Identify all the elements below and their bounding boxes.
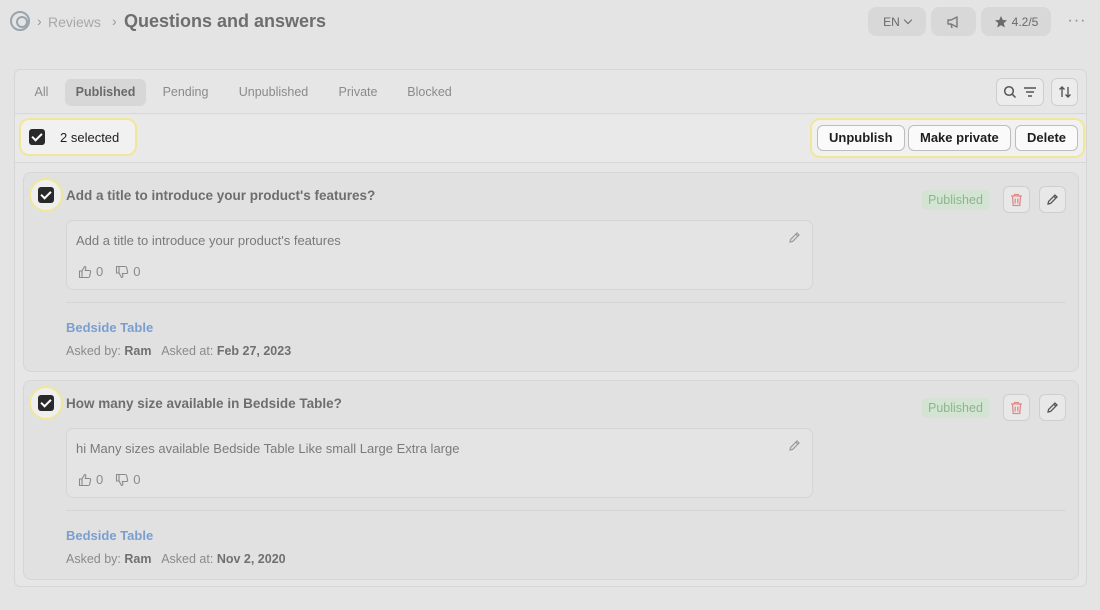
thumbs-up-icon[interactable] [78,473,92,487]
upvote-count: 0 [96,472,104,487]
language-label: EN [883,14,900,29]
question-meta: Asked by: Ram Asked at: Nov 2, 2020 [66,552,286,566]
trash-icon [1011,193,1022,206]
divider [66,510,1066,511]
breadcrumb-separator-icon: › [112,13,117,29]
votes: 0 0 [78,472,148,487]
app-logo-icon[interactable] [10,11,30,31]
thumbs-up-icon[interactable] [78,265,92,279]
make-private-button[interactable]: Make private [908,125,1011,151]
more-options-icon[interactable]: ··· [1066,12,1088,30]
tab-pending[interactable]: Pending [154,79,217,106]
answer-box: hi Many sizes available Bedside Table Li… [66,428,813,498]
question-title: How many size available in Bedside Table… [66,396,342,411]
product-link[interactable]: Bedside Table [66,528,153,543]
edit-question-button[interactable] [1039,186,1066,213]
edit-question-button[interactable] [1039,394,1066,421]
asked-at-value: Feb 27, 2023 [216,344,292,358]
status-badge: Published [922,190,989,210]
search-icon [1003,85,1017,99]
asked-at-value: Nov 2, 2020 [216,552,286,566]
pencil-icon [1047,194,1058,205]
question-card: How many size available in Bedside Table… [23,380,1079,580]
downvote-count: 0 [133,472,141,487]
select-all-checkbox[interactable] [29,129,45,145]
question-select[interactable] [29,386,63,420]
announcements-button[interactable] [931,7,976,36]
tab-blocked[interactable]: Blocked [400,79,459,106]
delete-question-button[interactable] [1003,394,1030,421]
star-icon [994,15,1007,27]
qa-panel: All Published Pending Unpublished Privat… [14,69,1087,587]
product-link[interactable]: Bedside Table [66,320,153,335]
select-all-control[interactable]: 2 selected [19,118,137,156]
status-badge: Published [922,398,989,418]
megaphone-icon [946,15,958,28]
rating-value: 4.2/5 [1011,14,1039,29]
divider [66,302,1066,303]
tab-private[interactable]: Private [330,79,386,106]
question-title: Add a title to introduce your product's … [66,188,376,203]
downvote-count: 0 [133,264,141,279]
votes: 0 0 [78,264,148,279]
language-select[interactable]: EN [868,7,926,36]
unpublish-button[interactable]: Unpublish [817,125,905,151]
thumbs-down-icon[interactable] [115,473,129,487]
top-bar: › Reviews › Questions and answers EN 4.2… [0,0,1100,44]
sort-icon [1058,86,1071,98]
asked-by-label: Asked by: [66,552,121,566]
bulk-actions-group: Unpublish Make private Delete [810,118,1085,158]
sort-button[interactable] [1051,78,1078,106]
answer-text: hi Many sizes available Bedside Table Li… [76,441,460,456]
delete-question-button[interactable] [1003,186,1030,213]
tab-unpublished[interactable]: Unpublished [230,79,317,106]
question-meta: Asked by: Ram Asked at: Feb 27, 2023 [66,344,291,358]
question-select[interactable] [29,178,63,212]
question-checkbox[interactable] [38,395,54,411]
bulk-actions-bar: 2 selected Unpublish Make private Delete [15,115,1086,163]
tab-published[interactable]: Published [65,79,146,106]
upvote-count: 0 [96,264,104,279]
asked-at-label: Asked at: [161,344,214,358]
asked-by-value: Ram [124,552,152,566]
edit-answer-icon[interactable] [788,439,801,457]
tab-all[interactable]: All [27,79,56,106]
status-tabs: All Published Pending Unpublished Privat… [15,70,1086,114]
thumbs-down-icon[interactable] [115,265,129,279]
asked-by-value: Ram [124,344,152,358]
chevron-down-icon [903,15,913,25]
selected-count: 2 selected [60,129,120,145]
delete-button[interactable]: Delete [1015,125,1079,151]
question-card: Add a title to introduce your product's … [23,172,1079,372]
page-title: Questions and answers [124,11,327,31]
asked-by-label: Asked by: [66,344,121,358]
trash-icon [1011,401,1022,414]
answer-text: Add a title to introduce your product's … [76,233,341,248]
asked-at-label: Asked at: [161,552,214,566]
breadcrumb-separator-icon: › [37,13,42,29]
answer-box: Add a title to introduce your product's … [66,220,813,290]
edit-answer-icon[interactable] [788,231,801,249]
rating-button[interactable]: 4.2/5 [981,7,1051,36]
question-checkbox[interactable] [38,187,54,203]
filter-icon [1024,87,1036,97]
breadcrumb-reviews[interactable]: Reviews [48,14,101,30]
search-filter-button[interactable] [996,78,1044,106]
pencil-icon [1047,402,1058,413]
